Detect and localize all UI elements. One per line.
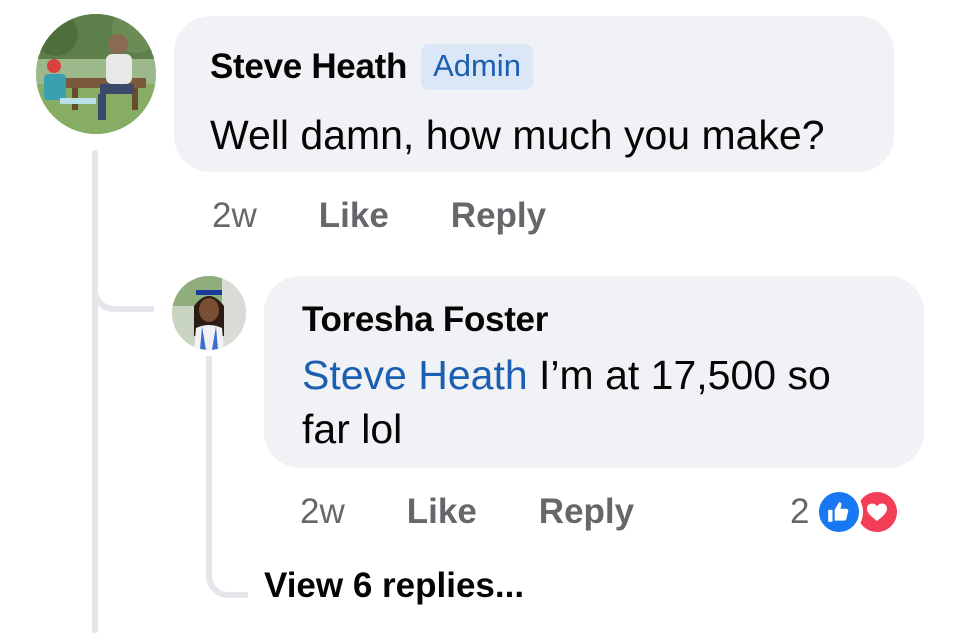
reply-author-name[interactable]: Toresha Foster [302, 300, 548, 340]
like-button[interactable]: Like [407, 492, 477, 532]
view-replies-connector-line [206, 356, 248, 598]
reply-button[interactable]: Reply [451, 196, 546, 236]
reactions-summary[interactable]: 2 [790, 484, 902, 540]
reply-bubble: Toresha Foster Steve Heath I’m at 17,500… [264, 276, 924, 468]
mention-link[interactable]: Steve Heath [302, 352, 528, 398]
view-replies-link[interactable]: View 6 replies... [264, 566, 524, 606]
comment-timestamp[interactable]: 2w [212, 196, 257, 236]
like-button[interactable]: Like [319, 196, 389, 236]
profile-photo-icon [172, 276, 246, 350]
like-reaction-icon [815, 488, 864, 536]
reply-timestamp[interactable]: 2w [300, 492, 345, 532]
admin-badge: Admin [421, 44, 533, 90]
toresha-foster-avatar[interactable] [172, 276, 246, 350]
profile-photo-icon [36, 14, 156, 134]
steve-heath-avatar[interactable] [36, 14, 156, 134]
comment-text: Well damn, how much you make? [210, 112, 825, 158]
thread-line [92, 150, 98, 633]
comment-bubble: Steve Heath Admin Well damn, how much yo… [174, 16, 894, 172]
reply-text: Steve Heath I’m at 17,500 so far lol [302, 348, 886, 456]
reply-button[interactable]: Reply [539, 492, 634, 532]
reply-actions: 2w Like Reply [300, 488, 696, 536]
comment-thread: Steve Heath Admin Well damn, how much yo… [0, 0, 960, 633]
reaction-count: 2 [790, 492, 810, 531]
comment-actions: 2w Like Reply [212, 192, 608, 240]
reply-connector-line [92, 270, 154, 312]
comment-author-name[interactable]: Steve Heath [210, 47, 407, 87]
